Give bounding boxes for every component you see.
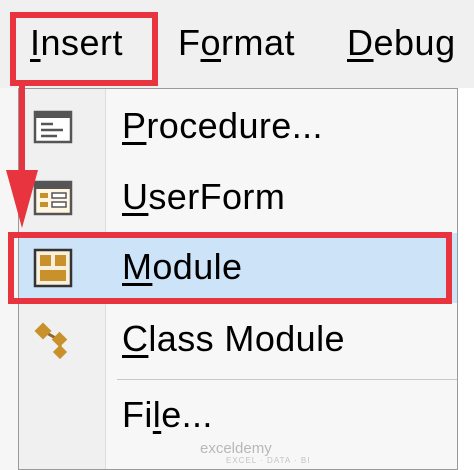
menu-item-file-label: File... (122, 394, 213, 436)
menu-item-class-module-label: Class Module (122, 318, 345, 360)
userform-icon (33, 178, 73, 218)
userform-label-rest: serForm (148, 176, 286, 217)
procedure-icon (33, 107, 73, 147)
format-label-rest: rmat (221, 22, 296, 63)
insert-highlight-box (10, 12, 158, 86)
file-label-start: Fi (122, 394, 153, 435)
file-mnemonic: l (152, 394, 162, 435)
watermark-tagline: EXCEL · DATA · BI (226, 456, 311, 465)
menu-item-class-module[interactable]: Class Module (19, 305, 457, 375)
watermark-brand: exceldemy (200, 440, 272, 457)
procedure-mnemonic: P (122, 105, 147, 146)
menu-format[interactable]: Format (178, 22, 295, 64)
debug-label-rest: ebug (373, 22, 456, 63)
menu-item-userform[interactable]: UserForm (19, 163, 457, 233)
format-label-start: F (178, 22, 201, 63)
userform-mnemonic: U (122, 176, 149, 217)
file-label-rest: e... (161, 394, 213, 435)
class-module-mnemonic: C (122, 318, 149, 359)
menu-separator (117, 379, 457, 380)
menu-item-userform-label: UserForm (122, 176, 285, 218)
menu-debug[interactable]: Debug (347, 22, 456, 64)
menu-item-procedure-label: Procedure... (122, 105, 323, 147)
format-mnemonic: o (200, 22, 222, 63)
procedure-label-rest: rocedure... (146, 105, 323, 146)
class-module-icon (33, 320, 73, 360)
class-module-label-rest: lass Module (148, 318, 345, 359)
debug-mnemonic: D (347, 22, 374, 63)
module-highlight-box (8, 232, 452, 304)
menu-item-procedure[interactable]: Procedure... (19, 92, 457, 162)
